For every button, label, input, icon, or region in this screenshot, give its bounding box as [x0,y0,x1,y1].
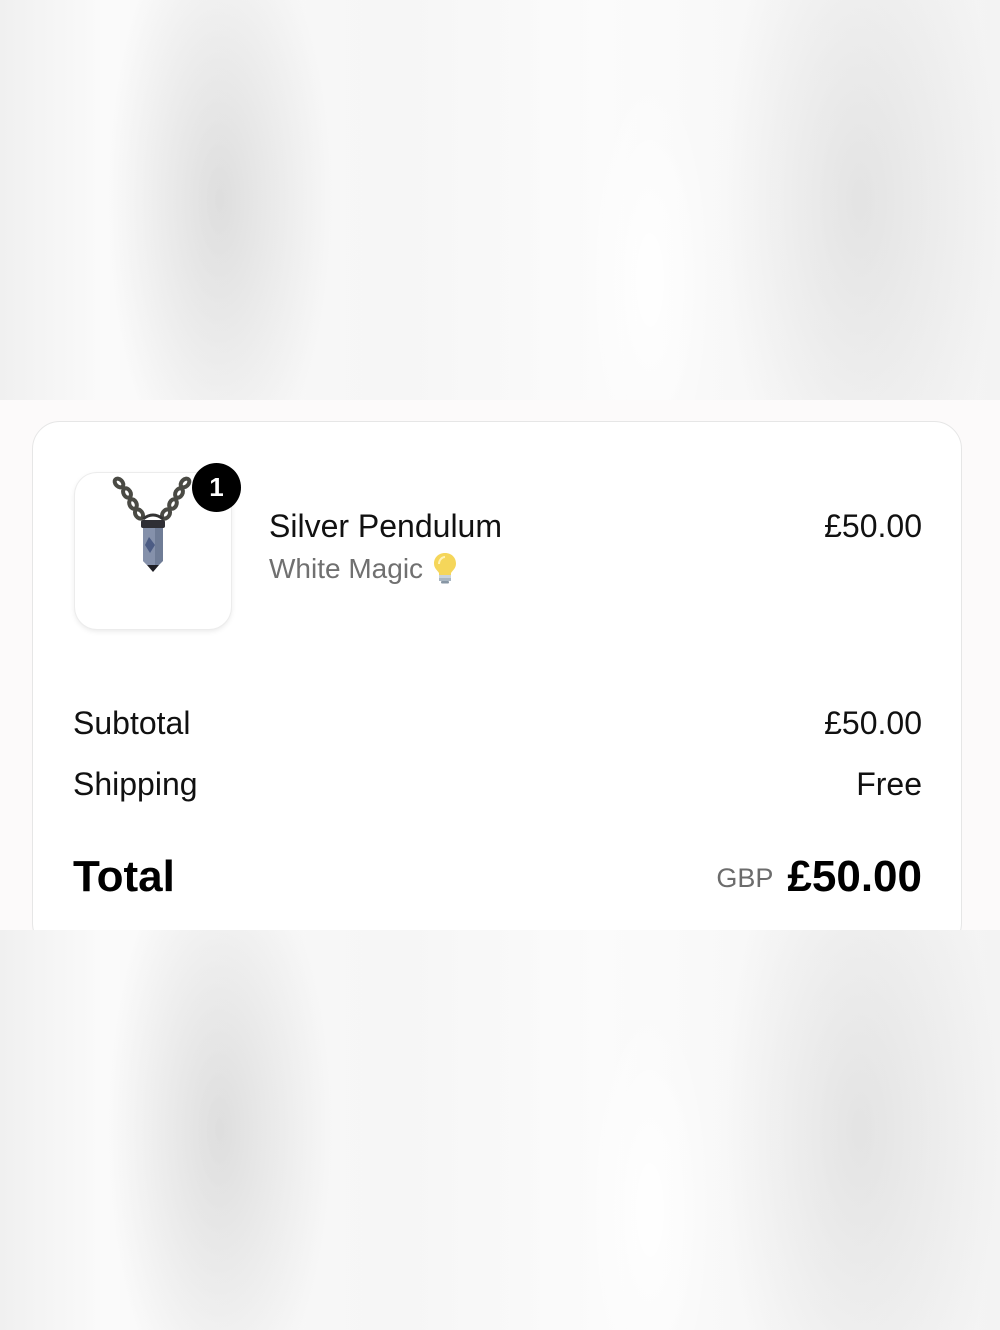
subtotal-label: Subtotal [73,705,191,741]
shipping-value: Free [856,766,922,802]
product-price: £50.00 [824,508,922,544]
total-label: Total [73,852,175,901]
shipping-label: Shipping [73,766,198,802]
blurred-background-top [0,0,1000,400]
product-variant: White Magic [269,552,457,585]
quantity-badge: 1 [192,463,241,512]
total-amount: GBP £50.00 [716,852,922,902]
total-value: £50.00 [787,852,922,901]
blurred-background-bottom [0,930,1000,1330]
product-name: Silver Pendulum [269,508,502,544]
product-variant-label: White Magic [269,553,424,584]
lightbulb-icon [434,552,457,584]
total-currency-code: GBP [716,863,774,893]
subtotal-value: £50.00 [824,705,922,741]
